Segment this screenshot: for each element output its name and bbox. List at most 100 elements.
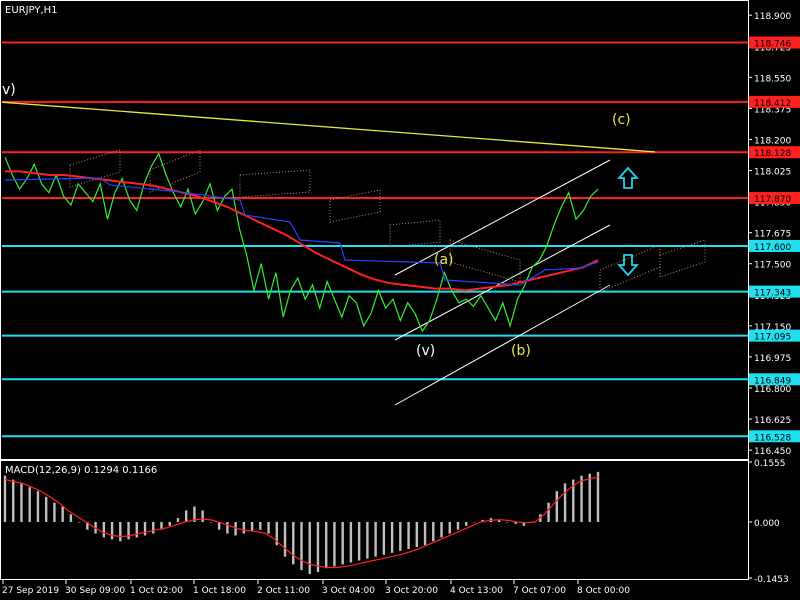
y-tick-label: 117.500 <box>754 261 791 271</box>
wave-label: (a) <box>434 252 454 268</box>
macd-bar <box>473 521 476 523</box>
x-tick-label: 27 Sep 2019 <box>2 586 59 596</box>
macd-bar <box>399 521 402 551</box>
level-label: 116.528 <box>754 433 791 443</box>
y-tick-label: 117.675 <box>754 230 791 240</box>
macd-bar <box>580 475 583 522</box>
macd-bar <box>250 521 254 532</box>
level-label: 117.095 <box>754 333 791 343</box>
x-tick-label: 2 Oct 11:00 <box>257 586 310 596</box>
macd-title: MACD(12,26,9) 0.1294 0.1166 <box>5 465 157 476</box>
macd-bar <box>135 521 138 538</box>
macd-bar <box>423 521 427 546</box>
chart-title: EURJPY,H1 <box>5 5 58 16</box>
macd-bar <box>28 487 31 522</box>
macd-bar <box>110 521 114 540</box>
macd-bar <box>432 521 435 542</box>
macd-bar <box>176 518 180 522</box>
level-label: 117.870 <box>754 195 791 205</box>
level-label: 117.600 <box>754 243 791 253</box>
macd-bar <box>506 521 509 523</box>
x-tick-label: 3 Oct 20:00 <box>385 586 438 596</box>
y-tick-label: 118.900 <box>754 12 791 22</box>
macd-tick-label: 0.000 <box>754 519 780 529</box>
macd-bar <box>415 521 419 548</box>
macd-bar <box>152 521 155 534</box>
macd-bar <box>357 521 361 561</box>
macd-bar <box>3 475 7 522</box>
macd-bar <box>547 502 550 522</box>
macd-bar <box>61 506 64 522</box>
macd-bar <box>143 521 147 536</box>
macd-bar <box>440 521 443 538</box>
macd-bar <box>308 521 311 575</box>
x-tick-label: 7 Oct 07:00 <box>513 586 566 596</box>
macd-bar <box>168 521 171 526</box>
macd-bar <box>184 510 188 522</box>
macd-bar <box>555 491 559 522</box>
macd-bar <box>588 473 591 522</box>
macd-bar <box>119 521 122 542</box>
macd-bar <box>300 521 303 571</box>
macd-bar <box>12 479 15 522</box>
level-label: 118.128 <box>754 149 791 159</box>
price-panel-frame <box>0 0 749 460</box>
macd-bar <box>456 521 460 530</box>
macd-bar <box>36 491 40 522</box>
macd-bar <box>448 521 451 534</box>
macd-bar <box>316 521 320 573</box>
x-tick-label: 1 Oct 18:00 <box>193 586 246 596</box>
macd-tick-label: -0.1453 <box>754 575 789 585</box>
wave-label: v) <box>2 82 16 98</box>
macd-bar <box>127 521 130 540</box>
macd-bar <box>596 471 600 522</box>
x-tick-label: 1 Oct 02:00 <box>130 586 183 596</box>
macd-bar <box>44 496 48 522</box>
macd-bar <box>20 483 23 522</box>
macd-bar <box>407 521 410 549</box>
macd-panel-frame <box>0 460 749 580</box>
macd-bar <box>563 483 567 522</box>
wave-label: (c) <box>612 112 631 128</box>
macd-bar <box>325 521 328 569</box>
macd-bar <box>267 521 270 534</box>
macd-bar <box>349 521 353 563</box>
macd-bar <box>366 521 369 559</box>
macd-bar <box>201 510 204 522</box>
x-tick-label: 3 Oct 04:00 <box>322 586 375 596</box>
y-tick-label: 116.450 <box>754 447 791 457</box>
macd-bar <box>53 502 56 522</box>
y-tick-label: 116.800 <box>754 385 791 395</box>
macd-bar <box>226 521 229 534</box>
macd-bar <box>341 521 344 565</box>
macd-tick-label: 0.1555 <box>754 459 786 469</box>
level-label: 118.412 <box>754 99 791 109</box>
wave-label: (v) <box>416 343 435 359</box>
macd-bar <box>382 521 386 555</box>
y-tick-label: 118.200 <box>754 136 791 146</box>
macd-bar <box>69 514 73 522</box>
y-tick-label: 116.975 <box>754 354 791 364</box>
wave-label: (b) <box>511 343 531 359</box>
macd-bar <box>209 521 213 523</box>
x-tick-label: 8 Oct 00:00 <box>577 586 630 596</box>
trading-terminal: 118.900118.725118.550118.375118.200118.0… <box>0 0 800 596</box>
macd-bar <box>283 521 287 557</box>
x-tick-label: 4 Oct 13:00 <box>450 586 503 596</box>
level-label: 117.343 <box>754 289 791 299</box>
macd-bar <box>374 521 377 557</box>
macd-bar <box>333 521 336 567</box>
y-tick-label: 116.625 <box>754 416 791 426</box>
y-tick-label: 118.025 <box>754 168 791 178</box>
macd-bar <box>390 521 394 553</box>
macd-bar <box>77 521 81 523</box>
y-tick-label: 118.550 <box>754 74 791 84</box>
macd-bar <box>242 521 246 534</box>
x-tick-label: 30 Sep 09:00 <box>65 586 125 596</box>
macd-bar <box>259 521 262 530</box>
macd-bar <box>102 521 106 538</box>
level-label: 118.746 <box>754 40 791 50</box>
macd-bar <box>292 521 295 565</box>
macd-bar <box>465 521 468 526</box>
level-label: 116.849 <box>754 376 791 386</box>
